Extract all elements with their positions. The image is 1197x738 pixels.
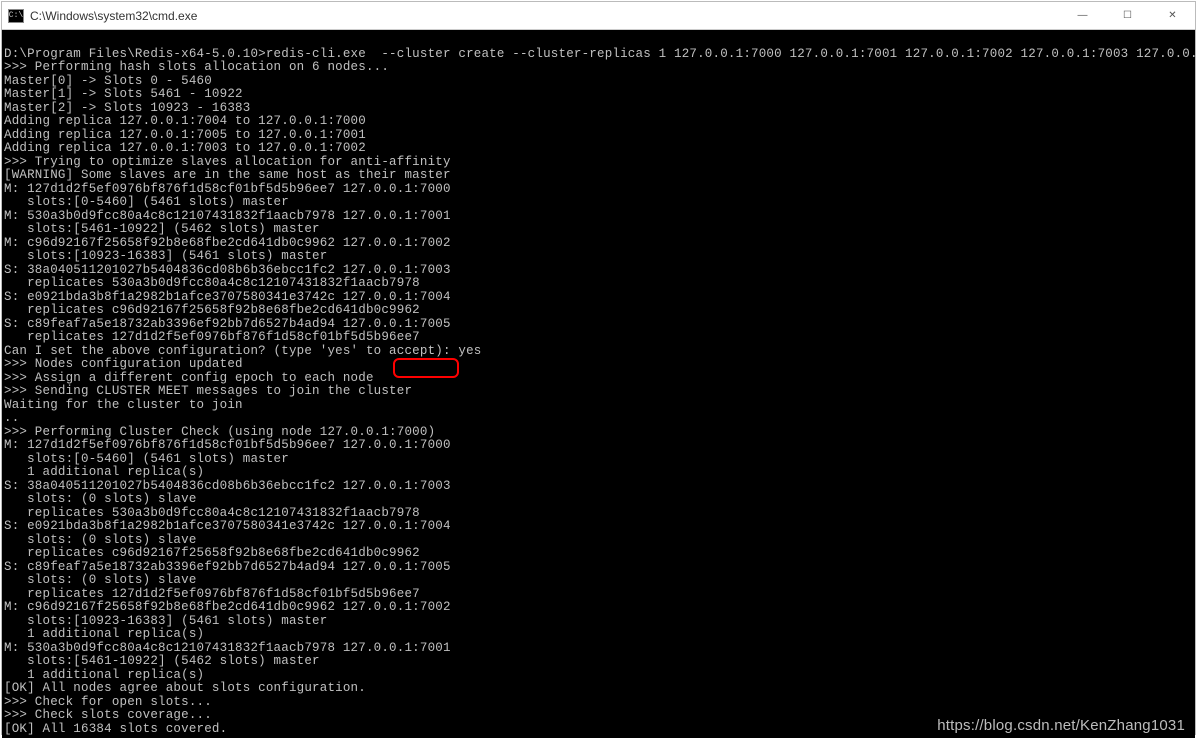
terminal-line: M: c96d92167f25658f92b8e68fbe2cd641db0c9… xyxy=(4,237,1193,251)
terminal-line: slots:[10923-16383] (5461 slots) master xyxy=(4,615,1193,629)
terminal-line: slots: (0 slots) slave xyxy=(4,534,1193,548)
terminal-line: [OK] All nodes agree about slots configu… xyxy=(4,682,1193,696)
terminal-line: Master[0] -> Slots 0 - 5460 xyxy=(4,75,1193,89)
terminal-line: slots:[5461-10922] (5462 slots) master xyxy=(4,223,1193,237)
terminal-line: Can I set the above configuration? (type… xyxy=(4,345,1193,359)
terminal-line: replicates 127d1d2f5ef0976bf876f1d58cf01… xyxy=(4,588,1193,602)
terminal-line: D:\Program Files\Redis-x64-5.0.10>redis-… xyxy=(4,48,1193,62)
terminal-line: replicates c96d92167f25658f92b8e68fbe2cd… xyxy=(4,304,1193,318)
terminal-line xyxy=(4,34,1193,48)
terminal-line: 1 additional replica(s) xyxy=(4,628,1193,642)
terminal-line: Master[2] -> Slots 10923 - 16383 xyxy=(4,102,1193,116)
terminal-line: Master[1] -> Slots 5461 - 10922 xyxy=(4,88,1193,102)
terminal-output[interactable]: D:\Program Files\Redis-x64-5.0.10>redis-… xyxy=(2,30,1195,738)
terminal-line: slots:[0-5460] (5461 slots) master xyxy=(4,453,1193,467)
terminal-line: slots:[0-5460] (5461 slots) master xyxy=(4,196,1193,210)
window-title: C:\Windows\system32\cmd.exe xyxy=(30,9,197,23)
terminal-line: >>> Sending CLUSTER MEET messages to joi… xyxy=(4,385,1193,399)
terminal-line: >>> Assign a different config epoch to e… xyxy=(4,372,1193,386)
terminal-line: S: e0921bda3b8f1a2982b1afce3707580341e37… xyxy=(4,520,1193,534)
terminal-line: S: c89feaf7a5e18732ab3396ef92bb7d6527b4a… xyxy=(4,561,1193,575)
terminal-line: slots: (0 slots) slave xyxy=(4,574,1193,588)
terminal-line: replicates 127d1d2f5ef0976bf876f1d58cf01… xyxy=(4,331,1193,345)
terminal-line: 1 additional replica(s) xyxy=(4,669,1193,683)
close-button[interactable]: ✕ xyxy=(1150,2,1195,30)
terminal-line: .. xyxy=(4,412,1193,426)
terminal-line: >>> Check for open slots... xyxy=(4,696,1193,710)
terminal-line: >>> Trying to optimize slaves allocation… xyxy=(4,156,1193,170)
terminal-line: >>> Nodes configuration updated xyxy=(4,358,1193,372)
terminal-line: [WARNING] Some slaves are in the same ho… xyxy=(4,169,1193,183)
terminal-line: S: e0921bda3b8f1a2982b1afce3707580341e37… xyxy=(4,291,1193,305)
window-titlebar: C:\ C:\Windows\system32\cmd.exe ― ☐ ✕ xyxy=(2,2,1195,30)
terminal-line: M: 127d1d2f5ef0976bf876f1d58cf01bf5d5b96… xyxy=(4,439,1193,453)
terminal-line: replicates 530a3b0d9fcc80a4c8c1210743183… xyxy=(4,277,1193,291)
terminal-line: Adding replica 127.0.0.1:7005 to 127.0.0… xyxy=(4,129,1193,143)
terminal-line: Adding replica 127.0.0.1:7004 to 127.0.0… xyxy=(4,115,1193,129)
terminal-line: M: c96d92167f25658f92b8e68fbe2cd641db0c9… xyxy=(4,601,1193,615)
terminal-line: 1 additional replica(s) xyxy=(4,466,1193,480)
terminal-line: replicates c96d92167f25658f92b8e68fbe2cd… xyxy=(4,547,1193,561)
maximize-button[interactable]: ☐ xyxy=(1105,2,1150,30)
terminal-line: slots: (0 slots) slave xyxy=(4,493,1193,507)
minimize-button[interactable]: ― xyxy=(1060,2,1105,30)
terminal-line: slots:[10923-16383] (5461 slots) master xyxy=(4,250,1193,264)
cmd-icon: C:\ xyxy=(8,9,24,23)
terminal-line: >>> Performing hash slots allocation on … xyxy=(4,61,1193,75)
terminal-line: replicates 530a3b0d9fcc80a4c8c1210743183… xyxy=(4,507,1193,521)
terminal-line: S: 38a040511201027b5404836cd08b6b36ebcc1… xyxy=(4,264,1193,278)
terminal-line: S: 38a040511201027b5404836cd08b6b36ebcc1… xyxy=(4,480,1193,494)
terminal-line: S: c89feaf7a5e18732ab3396ef92bb7d6527b4a… xyxy=(4,318,1193,332)
terminal-line: >>> Performing Cluster Check (using node… xyxy=(4,426,1193,440)
terminal-line: Waiting for the cluster to join xyxy=(4,399,1193,413)
terminal-line: slots:[5461-10922] (5462 slots) master xyxy=(4,655,1193,669)
terminal-line: M: 530a3b0d9fcc80a4c8c12107431832f1aacb7… xyxy=(4,642,1193,656)
terminal-line: Adding replica 127.0.0.1:7003 to 127.0.0… xyxy=(4,142,1193,156)
watermark-text: https://blog.csdn.net/KenZhang1031 xyxy=(937,719,1185,733)
terminal-line: M: 530a3b0d9fcc80a4c8c12107431832f1aacb7… xyxy=(4,210,1193,224)
terminal-line: M: 127d1d2f5ef0976bf876f1d58cf01bf5d5b96… xyxy=(4,183,1193,197)
